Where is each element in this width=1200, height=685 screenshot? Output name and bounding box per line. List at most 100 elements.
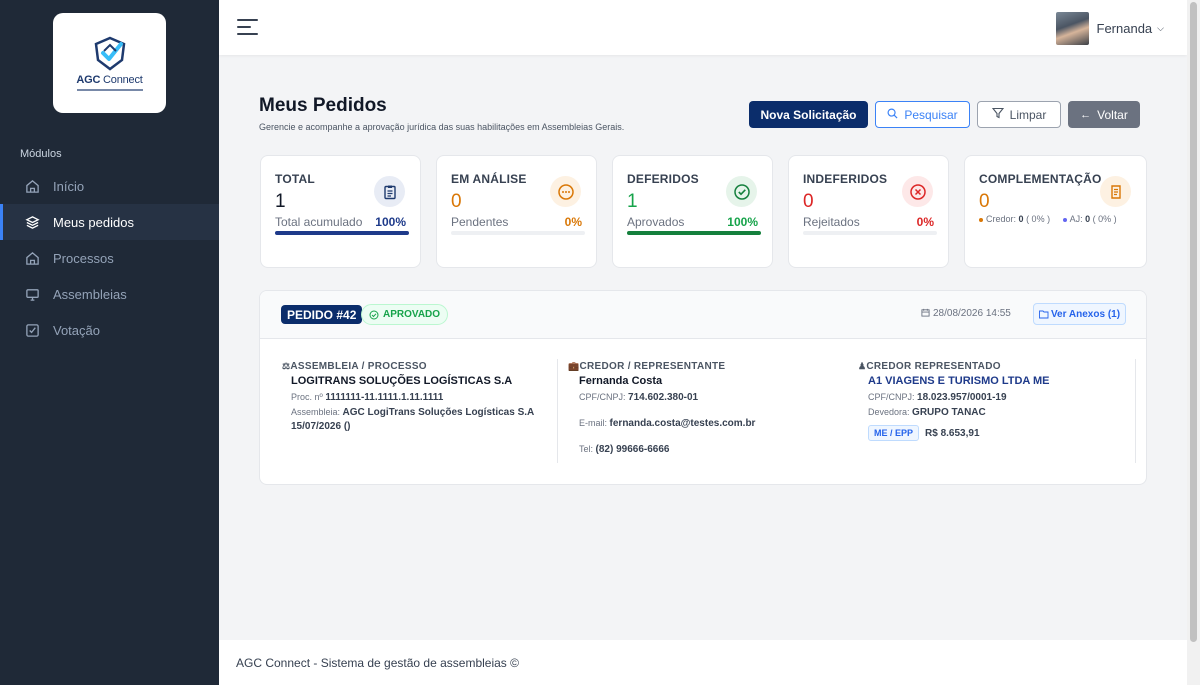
view-attachments-button[interactable]: Ver Anexos (1) (1033, 303, 1126, 325)
aj-dot-icon (1062, 217, 1067, 222)
avatar (1055, 12, 1089, 45)
stat-label: Pendentes (451, 215, 509, 229)
stat-value: 1 (627, 191, 638, 212)
menu-toggle-icon[interactable] (237, 19, 258, 40)
creditor-document: CPF/CNPJ: 18.023.957/0001-19 (868, 392, 1007, 403)
creditor-tags: ME / EPP R$ 8.653,91 (868, 425, 1128, 441)
user-menu[interactable]: Fernanda ⌵ (1055, 12, 1164, 45)
stat-value: 1 (275, 191, 286, 212)
home-icon (24, 178, 40, 194)
filter-icon (991, 107, 1004, 122)
stat-title: INDEFERIDOS (803, 172, 888, 186)
column-title: 💼CREDOR / REPRESENTANTE (568, 361, 726, 372)
home-icon (24, 250, 40, 266)
stat-card-approved: DEFERIDOS 1 Aprovados 100% (612, 155, 773, 268)
clipboard-icon (374, 176, 405, 207)
stat-percent: 100% (727, 215, 758, 229)
stat-percent: 0% (564, 215, 582, 229)
company-name: LOGITRANS SOLUÇÕES LOGÍSTICAS S.A (291, 375, 513, 387)
stat-progress-bar (627, 231, 761, 235)
search-icon (887, 108, 898, 122)
status-badge: APROVADO (361, 304, 449, 325)
representative-phone: Tel: (82) 99666-6666 (579, 444, 670, 455)
representative-document: CPF/CNPJ: 714.602.380-01 (579, 392, 699, 403)
company-size-badge: ME / EPP (868, 425, 920, 441)
column-title: ⚖ASSEMBLEIA / PROCESSO (282, 361, 427, 372)
sidebar-item-processos[interactable]: Processos (0, 240, 219, 276)
sidebar-nav: Início Meus pedidos Processos Assembleia… (0, 168, 219, 348)
sidebar-item-inicio[interactable]: Início (0, 168, 219, 204)
stat-card-analysis: EM ANÁLISE 0 Pendentes 0% (436, 155, 597, 268)
agc-shield-logo-icon (94, 36, 125, 71)
stat-label: Aprovados (627, 215, 685, 229)
credit-amount: R$ 8.653,91 (925, 428, 980, 439)
assembly-info: Assembleia: AGC LogiTrans Soluções Logís… (291, 407, 535, 418)
column-divider (557, 359, 558, 463)
page-scrollbar[interactable] (1187, 0, 1200, 685)
back-label: Voltar (1097, 107, 1128, 122)
clear-button[interactable]: Limpar (977, 101, 1061, 128)
stat-value: 0 (803, 191, 814, 212)
stat-percent: 100% (375, 215, 406, 229)
stat-title: COMPLEMENTAÇÃO (979, 172, 1102, 186)
stat-progress-bar (803, 231, 937, 235)
stat-progress-fill (275, 231, 409, 235)
column-title: ♟CREDOR REPRESENTADO (858, 361, 1001, 372)
brand-logo[interactable]: AGC Connect (53, 13, 166, 113)
sidebar-item-label: Processos (53, 250, 114, 266)
footer-text: AGC Connect - Sistema de gestão de assem… (236, 656, 519, 670)
sidebar-item-assembleias[interactable]: Assembleias (0, 276, 219, 312)
page-title: Meus Pedidos (259, 95, 387, 116)
creditor-name: A1 VIAGENS E TURISMO LTDA ME (868, 375, 1050, 387)
sidebar-item-label: Assembleias (53, 286, 127, 302)
arrow-left-icon: ← (1080, 108, 1092, 121)
sidebar: AGC Connect Módulos Início Meus pedidos … (0, 0, 219, 685)
assembly-date: 15/07/2026 () (291, 421, 351, 432)
x-circle-icon (902, 176, 933, 207)
footer: AGC Connect - Sistema de gestão de assem… (219, 640, 1187, 685)
new-request-button[interactable]: Nova Solicitação (749, 101, 868, 128)
back-button[interactable]: ← Voltar (1068, 101, 1140, 128)
check-circle-icon (369, 310, 379, 319)
stat-label: Rejeitados (803, 215, 860, 229)
sidebar-item-votacao[interactable]: Votação (0, 312, 219, 348)
clear-label: Limpar (1009, 107, 1047, 122)
process-number: Proc. nº 1111111-11.1111.1.11.1111 (291, 392, 444, 403)
search-button[interactable]: Pesquisar (875, 101, 970, 128)
layers-icon (24, 214, 40, 230)
order-card-header: PEDIDO #42 APROVADO 28/08/2026 14:55 Ver… (260, 291, 1146, 339)
order-date: 28/08/2026 14:55 (921, 308, 1011, 319)
representative-column: 💼CREDOR / REPRESENTANTE Fernanda Costa C… (568, 361, 848, 455)
complement-breakdown: Credor: 0 ( 0% ) AJ: 0 ( 0% ) (979, 214, 1117, 224)
user-name: Fernanda (1096, 21, 1153, 36)
scrollbar-thumb[interactable] (1190, 2, 1197, 642)
stat-title: EM ANÁLISE (451, 172, 527, 186)
check-circle-icon (726, 176, 757, 207)
topbar: Fernanda ⌵ (219, 0, 1187, 55)
creditor-column: ♟CREDOR REPRESENTADO A1 VIAGENS E TURISM… (858, 361, 1128, 441)
stat-percent: 0% (916, 215, 934, 229)
stat-card-rejected: INDEFERIDOS 0 Rejeitados 0% (788, 155, 949, 268)
sidebar-item-label: Votação (53, 322, 100, 338)
order-date-text: 28/08/2026 14:55 (933, 308, 1011, 319)
assembly-column: ⚖ASSEMBLEIA / PROCESSO LOGITRANS SOLUÇÕE… (282, 361, 552, 432)
stat-card-complement: COMPLEMENTAÇÃO 0 Credor: 0 ( 0% ) AJ: 0 … (964, 155, 1147, 268)
column-divider (1135, 359, 1136, 463)
order-card: PEDIDO #42 APROVADO 28/08/2026 14:55 Ver… (259, 290, 1147, 485)
sidebar-item-meus-pedidos[interactable]: Meus pedidos (0, 204, 219, 240)
calendar-icon (921, 308, 930, 317)
document-icon (1100, 176, 1131, 207)
chevron-down-icon: ⌵ (1157, 23, 1164, 33)
monitor-icon (24, 286, 40, 302)
stat-card-total: TOTAL 1 Total acumulado 100% (260, 155, 421, 268)
view-attachments-label: Ver Anexos (1) (1050, 308, 1121, 320)
stat-value: 0 (451, 191, 462, 212)
page-subtitle: Gerencie e acompanhe a aprovação jurídic… (259, 122, 625, 132)
stat-progress-bar (275, 231, 409, 235)
credor-label: Credor: (986, 214, 1017, 224)
modules-section-label: Módulos (20, 148, 62, 160)
creditor-debtor: Devedora: GRUPO TANAC (868, 407, 986, 418)
stat-label: Total acumulado (275, 215, 363, 229)
sidebar-item-label: Início (53, 178, 85, 194)
stat-progress-fill (627, 231, 761, 235)
